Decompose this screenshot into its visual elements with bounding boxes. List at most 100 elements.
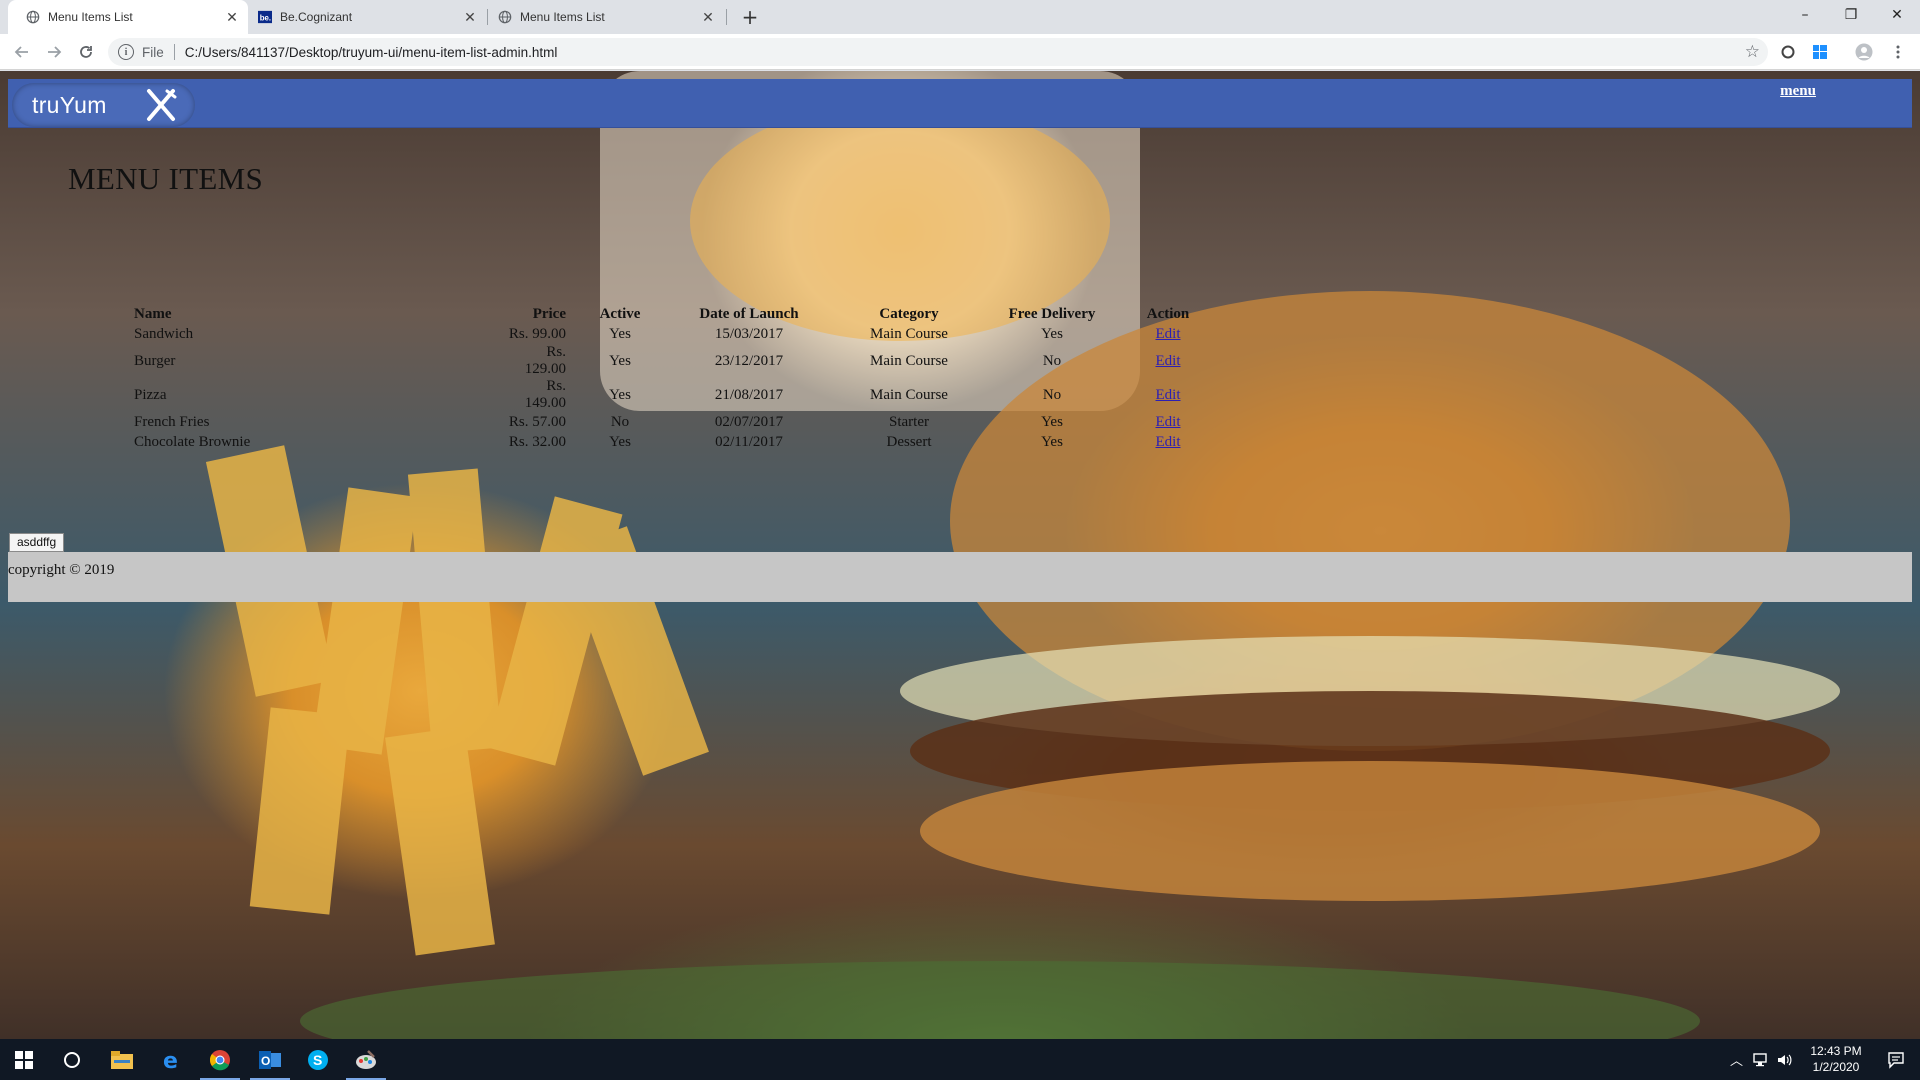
cortana-button[interactable]: [48, 1039, 96, 1080]
windows-taskbar: e O S ︿ 12:43 PM 1/2/2020: [0, 1039, 1920, 1080]
be-cognizant-icon: be.: [258, 10, 272, 24]
cell-active: Yes: [609, 325, 631, 342]
file-scheme-label: File: [142, 44, 164, 60]
fork-knife-icon: [147, 89, 177, 121]
cell-action: Edit: [1120, 344, 1216, 378]
tab-menu-items-list-active[interactable]: Menu Items List ✕: [8, 0, 248, 34]
minimize-button[interactable]: –: [1782, 0, 1828, 30]
cell-name: Burger: [134, 352, 176, 369]
cell-category: Main Course: [870, 386, 948, 403]
clock-time: 12:43 PM: [1810, 1044, 1862, 1058]
windows-start-button[interactable]: [0, 1039, 48, 1080]
volume-icon[interactable]: [1777, 1053, 1793, 1067]
taskbar-chrome[interactable]: [196, 1039, 244, 1080]
cortana-icon: [64, 1051, 80, 1068]
cell-category: Starter: [889, 413, 929, 430]
action-center-button[interactable]: [1872, 1039, 1920, 1080]
cell-name: Pizza: [134, 386, 167, 403]
tab-title: Menu Items List: [48, 10, 133, 24]
cell-free-delivery: Yes: [1041, 325, 1063, 342]
nav-menu-link[interactable]: menu: [1780, 83, 1816, 100]
tab-title: Be.Cognizant: [280, 10, 353, 24]
menu-items-table: Name Price Active Date of Launch Categor…: [132, 304, 1216, 452]
cell-active: No: [610, 413, 630, 430]
table-row: Sandwich Rs. 99.00 Yes 15/03/2017 Main C…: [132, 324, 1216, 344]
table-row: Burger Rs. 129.00 Yes 23/12/2017 Main Co…: [132, 344, 1216, 378]
taskbar-outlook[interactable]: O: [246, 1039, 294, 1080]
browser-menu-icon[interactable]: [1888, 42, 1908, 62]
cell-free-delivery: Yes: [1041, 413, 1063, 430]
cell-date-of-launch: 02/07/2017: [714, 413, 784, 430]
back-arrow-icon: [14, 46, 28, 58]
cell-price: Rs. 149.00: [524, 378, 566, 411]
brand-logo[interactable]: truYum: [12, 83, 195, 127]
cell-free-delivery: No: [1042, 386, 1062, 403]
bookmark-star-icon[interactable]: ☆: [1745, 42, 1760, 62]
cell-action: Edit: [1120, 432, 1216, 452]
browser-tab-strip: Menu Items List ✕ be. Be.Cognizant ✕ Men…: [0, 0, 1920, 34]
cell-action: Edit: [1120, 378, 1216, 412]
tooltip: asddffg: [9, 533, 65, 552]
close-tab-icon[interactable]: ✕: [700, 9, 716, 25]
edit-link[interactable]: Edit: [1156, 414, 1181, 430]
reload-icon: [80, 46, 92, 58]
tab-separator: [726, 9, 727, 25]
restore-button[interactable]: ❐: [1828, 0, 1874, 30]
tab-be-cognizant[interactable]: be. Be.Cognizant ✕: [250, 0, 486, 34]
edit-link[interactable]: Edit: [1156, 434, 1181, 450]
extension-icon[interactable]: [1778, 42, 1798, 62]
cell-date-of-launch: 15/03/2017: [714, 325, 784, 342]
close-tab-icon[interactable]: ✕: [224, 9, 240, 25]
edit-link[interactable]: Edit: [1156, 387, 1181, 403]
taskbar-edge[interactable]: e: [148, 1039, 196, 1080]
close-window-button[interactable]: ✕: [1874, 0, 1920, 30]
page-footer: copyright © 2019: [8, 552, 1912, 602]
taskbar-file-explorer[interactable]: [98, 1039, 146, 1080]
profile-avatar-icon[interactable]: [1854, 42, 1874, 62]
system-tray: ︿: [1730, 1039, 1793, 1080]
network-icon[interactable]: [1753, 1052, 1771, 1067]
taskbar-paint[interactable]: [342, 1039, 390, 1080]
taskbar-skype[interactable]: S: [294, 1039, 342, 1080]
forward-arrow-icon: [48, 46, 62, 58]
browser-toolbar: i File C:/Users/841137/Desktop/truyum-ui…: [0, 34, 1920, 70]
copyright-text: copyright © 2019: [8, 562, 115, 578]
table-header-row: Name Price Active Date of Launch Categor…: [132, 304, 1216, 324]
page-title: MENU ITEMS: [68, 161, 264, 196]
paint-icon: [356, 1049, 376, 1069]
globe-icon: [498, 10, 512, 24]
address-bar[interactable]: i File C:/Users/841137/Desktop/truyum-ui…: [108, 38, 1768, 66]
table-row: Pizza Rs. 149.00 Yes 21/08/2017 Main Cou…: [132, 378, 1216, 412]
column-header-name: Name: [134, 305, 172, 322]
cell-free-delivery: Yes: [1041, 433, 1063, 450]
svg-text:e: e: [163, 1049, 178, 1071]
forward-button[interactable]: [42, 40, 66, 64]
url-text[interactable]: C:/Users/841137/Desktop/truyum-ui/menu-i…: [185, 45, 558, 60]
taskbar-clock[interactable]: 12:43 PM 1/2/2020: [1800, 1043, 1872, 1075]
reload-button[interactable]: [74, 40, 98, 64]
new-tab-button[interactable]: +: [738, 5, 762, 29]
close-tab-icon[interactable]: ✕: [462, 9, 478, 25]
windows-extension-icon[interactable]: [1810, 42, 1830, 62]
tab-menu-items-list[interactable]: Menu Items List ✕: [488, 0, 724, 34]
page-header-bar: truYum menu: [8, 79, 1912, 128]
column-header-free-delivery: Free Delivery: [1008, 305, 1096, 322]
info-icon[interactable]: i: [118, 44, 134, 60]
column-header-category: Category: [879, 305, 939, 322]
edit-link[interactable]: Edit: [1156, 326, 1181, 342]
svg-text:be.: be.: [260, 14, 271, 23]
chevron-up-icon[interactable]: ︿: [1730, 1050, 1743, 1069]
chrome-icon: [210, 1049, 230, 1070]
globe-icon: [26, 10, 40, 24]
cell-name: French Fries: [134, 413, 210, 430]
cell-name: Sandwich: [134, 325, 194, 342]
cell-active: Yes: [609, 386, 631, 403]
page-viewport: truYum menu MENU ITEMS Name Price Active…: [0, 71, 1920, 1039]
back-button[interactable]: [10, 40, 34, 64]
clock-date: 1/2/2020: [1812, 1060, 1860, 1074]
edit-link[interactable]: Edit: [1156, 353, 1181, 369]
cell-active: Yes: [609, 433, 631, 450]
brand-name: truYum: [32, 91, 107, 118]
table-row: Chocolate Brownie Rs. 32.00 Yes 02/11/20…: [132, 432, 1216, 452]
table-row: French Fries Rs. 57.00 No 02/07/2017 Sta…: [132, 412, 1216, 432]
